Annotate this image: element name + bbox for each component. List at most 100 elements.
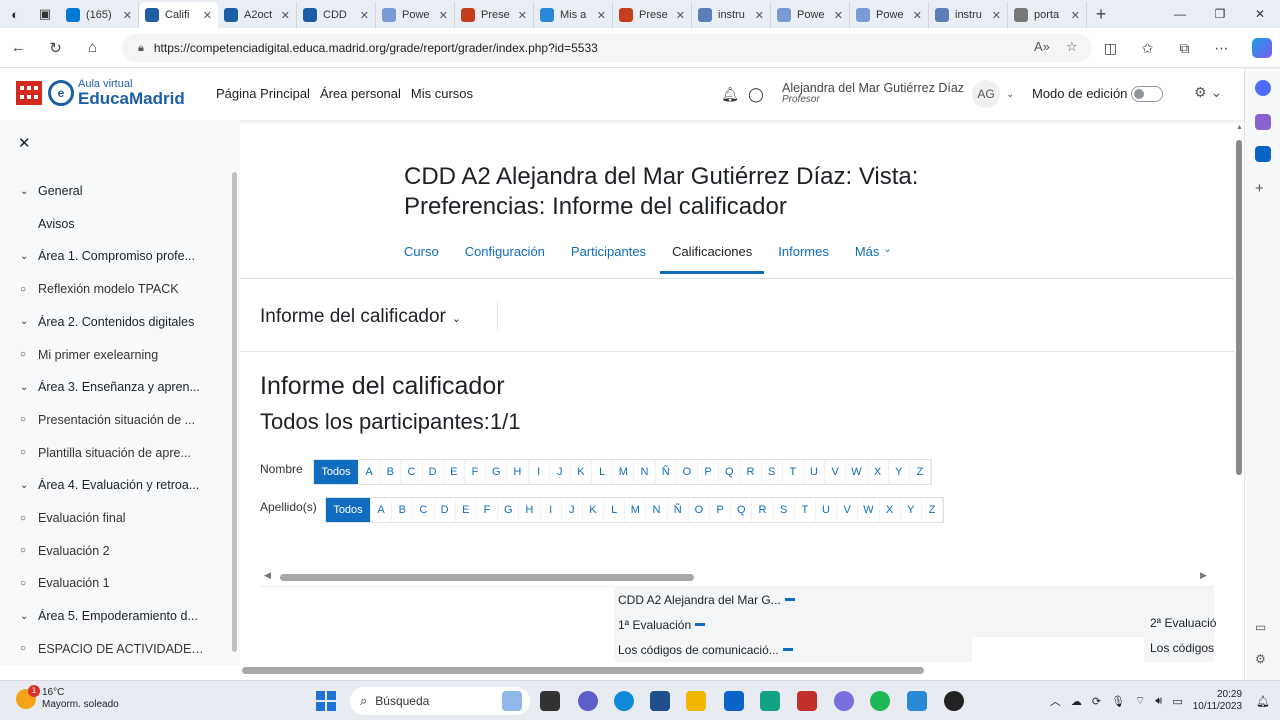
windows-start-icon[interactable] xyxy=(316,691,336,711)
browser-tab[interactable]: Powe ✕ xyxy=(771,2,850,28)
favorites-icon[interactable]: ✩ xyxy=(1129,40,1166,57)
browser-profile-icon[interactable]: ◐ xyxy=(0,0,30,28)
add-sidebar-icon[interactable]: + xyxy=(1255,180,1271,197)
mail-icon[interactable] xyxy=(724,691,744,711)
last-name-initial-button[interactable]: Z xyxy=(922,498,944,522)
first-name-initial-button[interactable]: Y xyxy=(889,460,910,484)
close-tab-icon[interactable]: ✕ xyxy=(676,9,685,22)
last-name-initial-button[interactable]: T xyxy=(795,498,816,522)
sidebar-layout-icon[interactable]: ▭ xyxy=(1255,620,1271,636)
scroll-up-icon[interactable]: ▲ xyxy=(1236,124,1243,131)
first-name-initial-button[interactable]: W xyxy=(846,460,868,484)
microphone-icon[interactable]: 🎙︎ xyxy=(1111,695,1125,708)
course-index-item[interactable]: ⌄ Área 1. Compromiso profe... xyxy=(20,249,210,263)
last-name-initial-button[interactable]: J xyxy=(562,498,583,522)
course-index-item[interactable]: ○ Reflexión modelo TPACK xyxy=(20,282,210,296)
last-name-initial-button[interactable]: E xyxy=(456,498,477,522)
copilot-taskbar-icon[interactable] xyxy=(834,691,854,711)
first-name-initial-button[interactable]: T xyxy=(783,460,804,484)
first-name-initial-button[interactable]: U xyxy=(804,460,826,484)
file-explorer-icon[interactable] xyxy=(686,691,706,711)
first-name-initial-button[interactable]: N xyxy=(634,460,656,484)
close-tab-icon[interactable]: ✕ xyxy=(1071,9,1080,22)
weather-widget[interactable]: 1 16°C Mayorm. soleado xyxy=(16,684,119,710)
last-name-all-button[interactable]: Todos xyxy=(326,498,371,522)
last-name-initial-button[interactable]: D xyxy=(435,498,456,522)
first-name-initial-button[interactable]: H xyxy=(507,460,529,484)
taskbar-search[interactable]: ⌕ Búsqueda xyxy=(350,687,530,715)
last-name-initial-button[interactable]: Q xyxy=(731,498,753,522)
app-l-icon[interactable] xyxy=(760,691,780,711)
page-vertical-scrollbar[interactable]: ▲ xyxy=(1235,120,1244,665)
new-tab-button[interactable]: + xyxy=(1087,4,1115,25)
first-name-initial-button[interactable]: J xyxy=(550,460,571,484)
first-name-initial-button[interactable]: G xyxy=(486,460,508,484)
first-name-initial-button[interactable]: M xyxy=(613,460,635,484)
teams-icon[interactable] xyxy=(578,691,598,711)
browser-tab[interactable]: Powe ✕ xyxy=(376,2,455,28)
first-name-initial-button[interactable]: D xyxy=(423,460,444,484)
scroll-left-icon[interactable]: ◀ xyxy=(264,570,271,581)
collections-icon[interactable]: ⧉ xyxy=(1166,40,1203,57)
course-index-item[interactable]: ○ Evaluación 2 xyxy=(20,544,210,558)
mcafee-icon[interactable] xyxy=(797,691,817,711)
first-name-initial-button[interactable]: I xyxy=(529,460,550,484)
course-category-header[interactable]: CDD A2 Alejandra del Mar G... xyxy=(618,593,781,607)
minimize-icon[interactable]: — xyxy=(1160,0,1200,28)
tab-3[interactable]: Calificaciones xyxy=(660,244,765,274)
close-tab-icon[interactable]: ✕ xyxy=(597,9,606,22)
close-tab-icon[interactable]: ✕ xyxy=(913,9,922,22)
maximize-icon[interactable]: ❐ xyxy=(1200,0,1240,28)
first-name-initial-button[interactable]: O xyxy=(677,460,698,484)
last-name-initial-button[interactable]: Ñ xyxy=(668,498,689,522)
edit-mode-toggle[interactable] xyxy=(1131,86,1163,102)
tab-4[interactable]: Informes xyxy=(778,244,829,259)
browser-tab[interactable]: Califi ✕ xyxy=(139,2,218,28)
close-tab-icon[interactable]: ✕ xyxy=(992,9,1001,22)
course-index-item[interactable]: ⌄ Área 3. Enseñanza y apren... xyxy=(20,380,210,394)
close-tab-icon[interactable]: ✕ xyxy=(123,9,132,22)
back-icon[interactable]: ← xyxy=(0,28,37,68)
first-name-initial-button[interactable]: R xyxy=(740,460,762,484)
browser-tab[interactable]: porta ✕ xyxy=(1008,2,1087,28)
scrollbar-thumb[interactable] xyxy=(1236,140,1242,475)
course-index-item[interactable]: ○ Evaluación 1 xyxy=(20,576,210,590)
course-index-item[interactable]: ⌄ Área 5. Empoderamiento d... xyxy=(20,609,210,623)
browser-tab[interactable]: Powe ✕ xyxy=(850,2,929,28)
category-header-2[interactable]: 2ª Evaluació xyxy=(1150,616,1216,630)
browser-tab[interactable]: CDD ✕ xyxy=(297,2,376,28)
last-name-initial-button[interactable]: C xyxy=(413,498,435,522)
clock[interactable]: 20:29 10/11/2023 xyxy=(1193,689,1242,713)
close-window-icon[interactable]: ✕ xyxy=(1240,0,1280,28)
message-icon[interactable]: ◯ xyxy=(746,86,766,103)
subcategory-header-2[interactable]: Los códigos xyxy=(1150,641,1214,655)
browser-tab[interactable]: Prese ✕ xyxy=(613,2,692,28)
course-index-item[interactable]: ⌄ Área 4. Evaluación y retroa... xyxy=(20,478,210,492)
first-name-initial-button[interactable]: K xyxy=(571,460,593,484)
tray-chevron-icon[interactable]: ︿ xyxy=(1050,693,1061,709)
search-sidebar-icon[interactable] xyxy=(1255,80,1271,96)
chevron-down-icon[interactable]: ⌄ xyxy=(883,244,891,259)
first-name-initial-button[interactable]: F xyxy=(465,460,487,484)
last-name-initial-button[interactable]: M xyxy=(625,498,647,522)
photos-icon[interactable] xyxy=(907,691,927,711)
last-name-initial-button[interactable]: N xyxy=(646,498,668,522)
course-index-item[interactable]: ○ Mi primer exelearning xyxy=(20,348,210,362)
page-horizontal-scrollbar[interactable] xyxy=(242,666,1232,676)
battery-icon[interactable]: ▭ xyxy=(1172,695,1182,708)
first-name-initial-button[interactable]: L xyxy=(592,460,614,484)
close-drawer-icon[interactable]: ✕ xyxy=(18,134,31,152)
notifications-icon[interactable]: 🔔︎ xyxy=(1256,695,1270,708)
tray-app-icon[interactable]: ☁ xyxy=(1071,695,1082,708)
nav-home[interactable]: Página Principal xyxy=(216,86,310,101)
last-name-initial-button[interactable]: V xyxy=(837,498,859,522)
spotify-icon[interactable] xyxy=(870,691,890,711)
more-icon[interactable]: ⋯ xyxy=(1203,40,1240,57)
first-name-initial-button[interactable]: B xyxy=(380,460,402,484)
close-tab-icon[interactable]: ✕ xyxy=(360,9,369,22)
tab-0[interactable]: Curso xyxy=(404,244,439,259)
chrome-icon[interactable] xyxy=(944,691,964,711)
close-tab-icon[interactable]: ✕ xyxy=(281,9,290,22)
table-horizontal-scrollbar[interactable]: ◀ ▶ xyxy=(260,570,1210,584)
gear-icon[interactable]: ⚙ ⌄ xyxy=(1194,84,1222,101)
